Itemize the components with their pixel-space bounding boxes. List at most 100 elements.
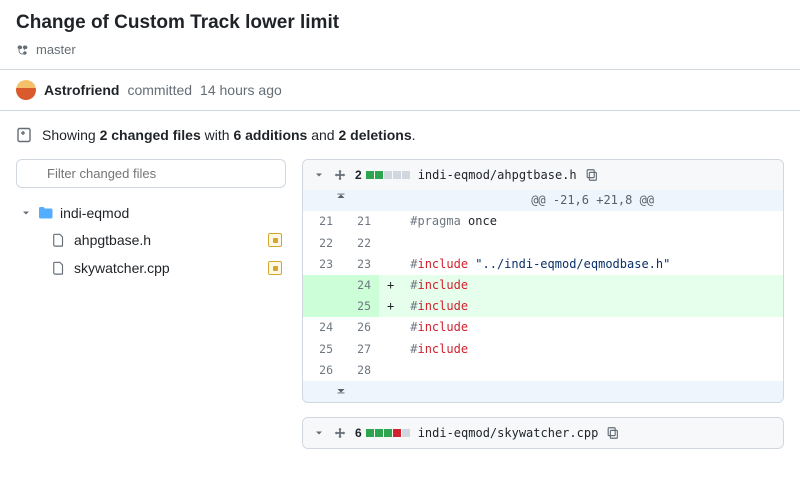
old-line-num	[303, 275, 341, 296]
diffstat-square	[393, 171, 401, 179]
old-line-num: 22	[303, 233, 341, 254]
diffstat-square	[366, 429, 374, 437]
old-line-num: 23	[303, 254, 341, 275]
commit-action: committed	[127, 82, 192, 98]
old-line-num: 25	[303, 339, 341, 360]
diff-mark: +	[379, 296, 402, 317]
commit-time: 14 hours ago	[200, 82, 282, 98]
chevron-down-icon[interactable]	[313, 169, 325, 181]
summary-with: with	[205, 127, 230, 143]
avatar[interactable]	[16, 80, 36, 100]
new-line-num: 21	[341, 211, 379, 232]
diff-line[interactable]: 2527 #include	[303, 339, 783, 360]
diff-mark	[379, 254, 402, 275]
branch-row: master	[16, 42, 784, 57]
tree-folder[interactable]: indi-eqmod	[16, 200, 286, 226]
tree-file-label: skywatcher.cpp	[74, 260, 170, 276]
file-path[interactable]: indi-eqmod/skywatcher.cpp	[418, 426, 599, 440]
diff-file: 2 indi-eqmod/ahpgtbase.h @@ -21,6 +21,8 …	[302, 159, 784, 403]
diffstat-square	[384, 171, 392, 179]
diff-code	[402, 233, 783, 254]
file-tree-sidebar: indi-eqmod ahpgtbase.h skywatcher.cpp	[16, 159, 286, 282]
diff-code: #include	[402, 339, 783, 360]
chevron-down-icon	[20, 207, 32, 219]
diff-mark	[379, 211, 402, 232]
summary-suffix: .	[412, 127, 416, 143]
commit-meta: Astrofriend committed 14 hours ago	[0, 70, 800, 111]
diff-summary: Showing 2 changed files with 6 additions…	[0, 111, 800, 159]
diff-code: #include	[402, 296, 783, 317]
summary-deletions: 2 deletions	[338, 127, 411, 143]
diff-line[interactable]: 2222	[303, 233, 783, 254]
diff-line[interactable]: 2121 #pragma once	[303, 211, 783, 232]
new-line-num: 26	[341, 317, 379, 338]
diff-code: #pragma once	[402, 211, 783, 232]
diff-line[interactable]: 25+#include	[303, 296, 783, 317]
copy-icon[interactable]	[606, 426, 620, 440]
file-icon	[52, 233, 66, 247]
diff-code: #include	[402, 275, 783, 296]
diff-code: #include	[402, 317, 783, 338]
diff-line[interactable]: 2323 #include "../indi-eqmod/eqmodbase.h…	[303, 254, 783, 275]
diffstat-square	[375, 429, 383, 437]
diff-line[interactable]: 24+#include	[303, 275, 783, 296]
diff-mark	[379, 339, 402, 360]
commit-author[interactable]: Astrofriend	[44, 82, 119, 98]
commit-title: Change of Custom Track lower limit	[16, 12, 784, 34]
diff-panel: 2 indi-eqmod/ahpgtbase.h @@ -21,6 +21,8 …	[302, 159, 784, 463]
diffstat-square	[384, 429, 392, 437]
expand-down-row[interactable]	[303, 381, 783, 402]
diffstat-square	[393, 429, 401, 437]
new-line-num: 24	[341, 275, 379, 296]
new-line-num: 23	[341, 254, 379, 275]
file-icon	[52, 261, 66, 275]
diffstat-square	[402, 429, 410, 437]
copy-icon[interactable]	[585, 168, 599, 182]
new-line-num: 25	[341, 296, 379, 317]
chevron-down-icon[interactable]	[313, 427, 325, 439]
expand-up-row[interactable]: @@ -21,6 +21,8 @@	[303, 190, 783, 211]
tree-file[interactable]: skywatcher.cpp	[16, 254, 286, 282]
diffstat-square	[375, 171, 383, 179]
expand-icon[interactable]	[333, 426, 347, 440]
summary-prefix: Showing	[42, 127, 96, 143]
summary-and: and	[311, 127, 334, 143]
git-branch-icon	[16, 43, 30, 57]
diff-code	[402, 360, 783, 381]
branch-name[interactable]: master	[36, 42, 76, 57]
file-path[interactable]: indi-eqmod/ahpgtbase.h	[418, 168, 577, 182]
file-diff-icon[interactable]	[16, 127, 32, 143]
diffstat-square	[402, 171, 410, 179]
diff-line[interactable]: 2426 #include	[303, 317, 783, 338]
old-line-num: 21	[303, 211, 341, 232]
diffstat: 6	[355, 426, 410, 440]
diffstat-count: 6	[355, 426, 362, 440]
folder-icon	[38, 205, 54, 221]
diffstat-square	[366, 171, 374, 179]
tree-folder-label: indi-eqmod	[60, 205, 129, 221]
tree-file-label: ahpgtbase.h	[74, 232, 151, 248]
expand-icon[interactable]	[333, 168, 347, 182]
diff-mark	[379, 317, 402, 338]
modified-badge	[268, 233, 282, 247]
tree-file[interactable]: ahpgtbase.h	[16, 226, 286, 254]
new-line-num: 27	[341, 339, 379, 360]
diffstat-count: 2	[355, 168, 362, 182]
diff-mark	[379, 360, 402, 381]
summary-files: 2 changed files	[100, 127, 201, 143]
filter-files-input[interactable]	[16, 159, 286, 188]
modified-badge	[268, 261, 282, 275]
diff-line[interactable]: 2628	[303, 360, 783, 381]
summary-additions: 6 additions	[233, 127, 307, 143]
hunk-header: @@ -21,6 +21,8 @@	[402, 190, 783, 211]
new-line-num: 28	[341, 360, 379, 381]
new-line-num: 22	[341, 233, 379, 254]
diff-mark	[379, 233, 402, 254]
diff-mark: +	[379, 275, 402, 296]
diff-file: 6 indi-eqmod/skywatcher.cpp	[302, 417, 784, 449]
old-line-num	[303, 296, 341, 317]
old-line-num: 24	[303, 317, 341, 338]
diff-code: #include "../indi-eqmod/eqmodbase.h"	[402, 254, 783, 275]
diffstat: 2	[355, 168, 410, 182]
old-line-num: 26	[303, 360, 341, 381]
